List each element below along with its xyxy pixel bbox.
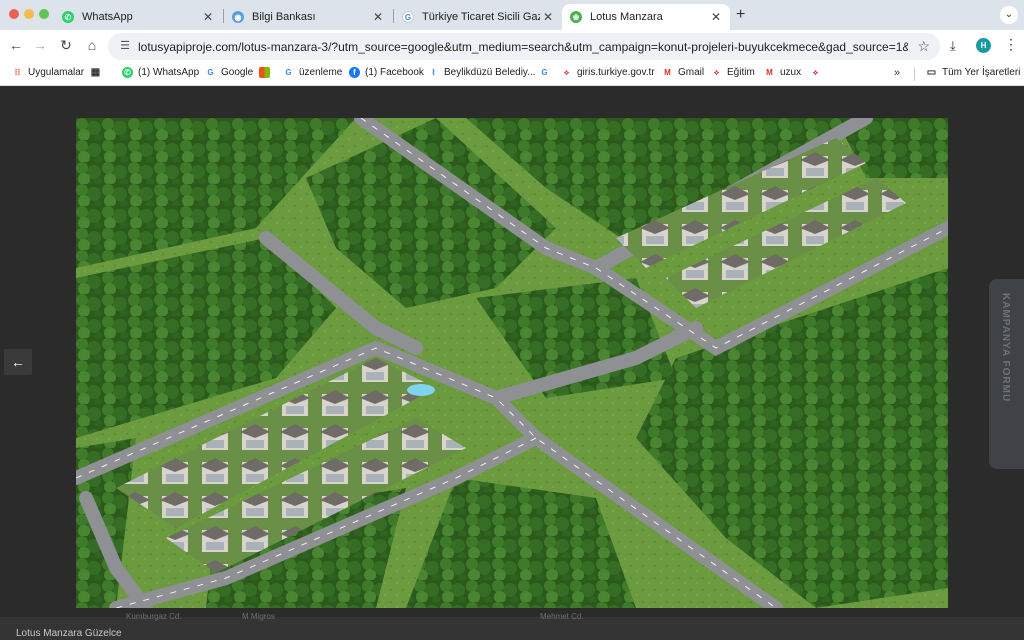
reload-button[interactable]: ↻ bbox=[56, 37, 76, 54]
bookmark-label: Eğitim bbox=[727, 67, 755, 78]
gmail-icon: M bbox=[664, 68, 671, 77]
bookmark-uzux[interactable]: M uzux bbox=[764, 67, 801, 78]
bookmarks-bar: ⁝⁝ Uygulamalar ▦ ✆ (1) WhatsApp G Google… bbox=[0, 62, 1024, 86]
municipality-icon: ⌇ bbox=[431, 68, 436, 77]
tab-lotus-manzara[interactable]: ❀ Lotus Manzara ✕ bbox=[562, 4, 730, 30]
close-icon[interactable]: ✕ bbox=[708, 10, 724, 24]
bookmarks-overflow-button[interactable]: » bbox=[894, 67, 900, 79]
tab-title: WhatsApp bbox=[82, 11, 133, 23]
bookmark-whatsapp[interactable]: ✆ (1) WhatsApp bbox=[122, 67, 199, 78]
tab-title: Lotus Manzara bbox=[590, 11, 663, 23]
bookmark-facebook[interactable]: f (1) Facebook bbox=[349, 67, 424, 78]
forward-button[interactable]: → bbox=[30, 37, 50, 53]
bookmark-beylikduzu[interactable]: ⌇ Beylikdüzü Belediy... bbox=[428, 67, 536, 78]
all-bookmarks[interactable]: ▭ Tüm Yer İşaretleri bbox=[926, 67, 1021, 78]
profile-avatar[interactable]: H bbox=[976, 38, 991, 53]
bookmark-label: (1) Facebook bbox=[365, 67, 424, 78]
bookmark-label: üzenleme bbox=[299, 67, 343, 78]
campaign-form-label: KAMPANYA FORMU bbox=[1000, 293, 1011, 403]
bookmark-duzenleme[interactable]: G üzenleme bbox=[283, 67, 342, 78]
tab-whatsapp[interactable]: ✆ WhatsApp ✕ bbox=[54, 4, 222, 30]
tab-ticaret-sicili[interactable]: G Türkiye Ticaret Sicili Gazetesi ✕ bbox=[394, 4, 562, 30]
bookmark-microsoft[interactable] bbox=[259, 67, 275, 78]
apps-grid-icon: ⁝⁝ bbox=[14, 67, 21, 77]
gallery-image[interactable] bbox=[76, 118, 948, 608]
url-text[interactable]: lotusyapiproje.com/lotus-manzara-3/?utm_… bbox=[138, 40, 908, 54]
new-tab-button[interactable]: + bbox=[736, 6, 745, 24]
map-label: Mehmet Cd. bbox=[540, 612, 584, 621]
tab-search-button[interactable]: ⌄ bbox=[1000, 6, 1018, 24]
bookmark-turkiye-gov[interactable]: ⟡ giris.turkiye.gov.tr bbox=[561, 67, 655, 78]
bookmark-label: Tüm Yer İşaretleri bbox=[942, 67, 1021, 78]
bookmark-grid[interactable]: ▦ bbox=[90, 67, 106, 78]
download-icon[interactable]: ⤓ bbox=[950, 38, 956, 54]
bookmark-label: giris.turkiye.gov.tr bbox=[577, 67, 655, 78]
microsoft-icon bbox=[259, 67, 270, 78]
bookmark-label: Google bbox=[221, 67, 254, 78]
map-label: M Migros bbox=[242, 612, 275, 621]
tab-bilgi-bankasi[interactable]: ◉ Bilgi Bankası ✕ bbox=[224, 4, 392, 30]
browser-toolbar: ← → ↻ ⌂ ☰ lotusyapiproje.com/lotus-manza… bbox=[0, 30, 1024, 62]
project-footer-title: Lotus Manzara Güzelce bbox=[16, 628, 122, 639]
bookmark-star-icon[interactable]: ☆ bbox=[917, 38, 930, 55]
edevlet-icon: ⟡ bbox=[563, 67, 570, 77]
bookmark-egitim[interactable]: ⟡ Eğitim bbox=[711, 67, 755, 78]
whatsapp-icon: ✆ bbox=[122, 67, 133, 78]
page-content: ← → KAMPANYA FORMU Kumburgaz Cd. M Migro… bbox=[0, 87, 1024, 640]
bookmarks-separator bbox=[914, 67, 915, 81]
folder-icon: ▭ bbox=[926, 67, 937, 78]
bookmark-gmail[interactable]: M Gmail bbox=[662, 67, 704, 78]
close-icon[interactable]: ✕ bbox=[200, 10, 216, 24]
bookmark-google-2[interactable]: G bbox=[539, 67, 555, 78]
map-label: Kumburgaz Cd. bbox=[126, 612, 182, 621]
globe-icon: ◉ bbox=[232, 11, 244, 23]
site-info-icon[interactable]: ☰ bbox=[118, 39, 132, 53]
google-icon: G bbox=[541, 68, 548, 77]
bookmark-label: (1) WhatsApp bbox=[138, 67, 200, 78]
aerial-render-image bbox=[76, 118, 948, 608]
edevlet-icon: ⟡ bbox=[812, 67, 819, 77]
close-icon[interactable]: ✕ bbox=[540, 10, 556, 24]
bookmark-label: Gmail bbox=[678, 67, 705, 78]
edevlet-icon: ⟡ bbox=[713, 67, 720, 77]
minimize-window-button[interactable] bbox=[24, 9, 34, 19]
menu-icon[interactable]: ⋮ bbox=[1004, 36, 1018, 53]
home-button[interactable]: ⌂ bbox=[82, 37, 102, 53]
campaign-form-tab[interactable]: KAMPANYA FORMU bbox=[989, 279, 1024, 469]
gallery-prev-button[interactable]: ← bbox=[4, 349, 32, 375]
close-icon[interactable]: ✕ bbox=[370, 10, 386, 24]
tab-title: Türkiye Ticaret Sicili Gazetesi bbox=[422, 11, 540, 23]
grid-icon: ▦ bbox=[90, 67, 101, 78]
tab-strip: ✆ WhatsApp ✕ ◉ Bilgi Bankası ✕ G Türkiye… bbox=[0, 0, 1024, 30]
bookmark-label: Beylikdüzü Belediy... bbox=[444, 67, 536, 78]
bookmark-label: uzux bbox=[780, 67, 802, 78]
facebook-icon: f bbox=[349, 67, 360, 78]
maximize-window-button[interactable] bbox=[39, 9, 49, 19]
bookmark-apps[interactable]: ⁝⁝ Uygulamalar bbox=[12, 67, 85, 78]
whatsapp-icon: ✆ bbox=[62, 11, 74, 23]
back-button[interactable]: ← bbox=[6, 37, 26, 53]
tab-title: Bilgi Bankası bbox=[252, 11, 316, 23]
bookmark-google[interactable]: G Google bbox=[205, 67, 253, 78]
address-bar[interactable]: ☰ lotusyapiproje.com/lotus-manzara-3/?ut… bbox=[108, 33, 940, 60]
bookmark-edevlet[interactable]: ⟡ bbox=[810, 67, 826, 78]
google-icon: G bbox=[402, 11, 414, 23]
bookmark-label: Uygulamalar bbox=[28, 67, 85, 78]
gmail-icon: M bbox=[766, 68, 773, 77]
close-window-button[interactable] bbox=[9, 9, 19, 19]
lotus-icon: ❀ bbox=[570, 11, 582, 23]
google-icon: G bbox=[285, 68, 292, 77]
google-icon: G bbox=[207, 68, 214, 77]
